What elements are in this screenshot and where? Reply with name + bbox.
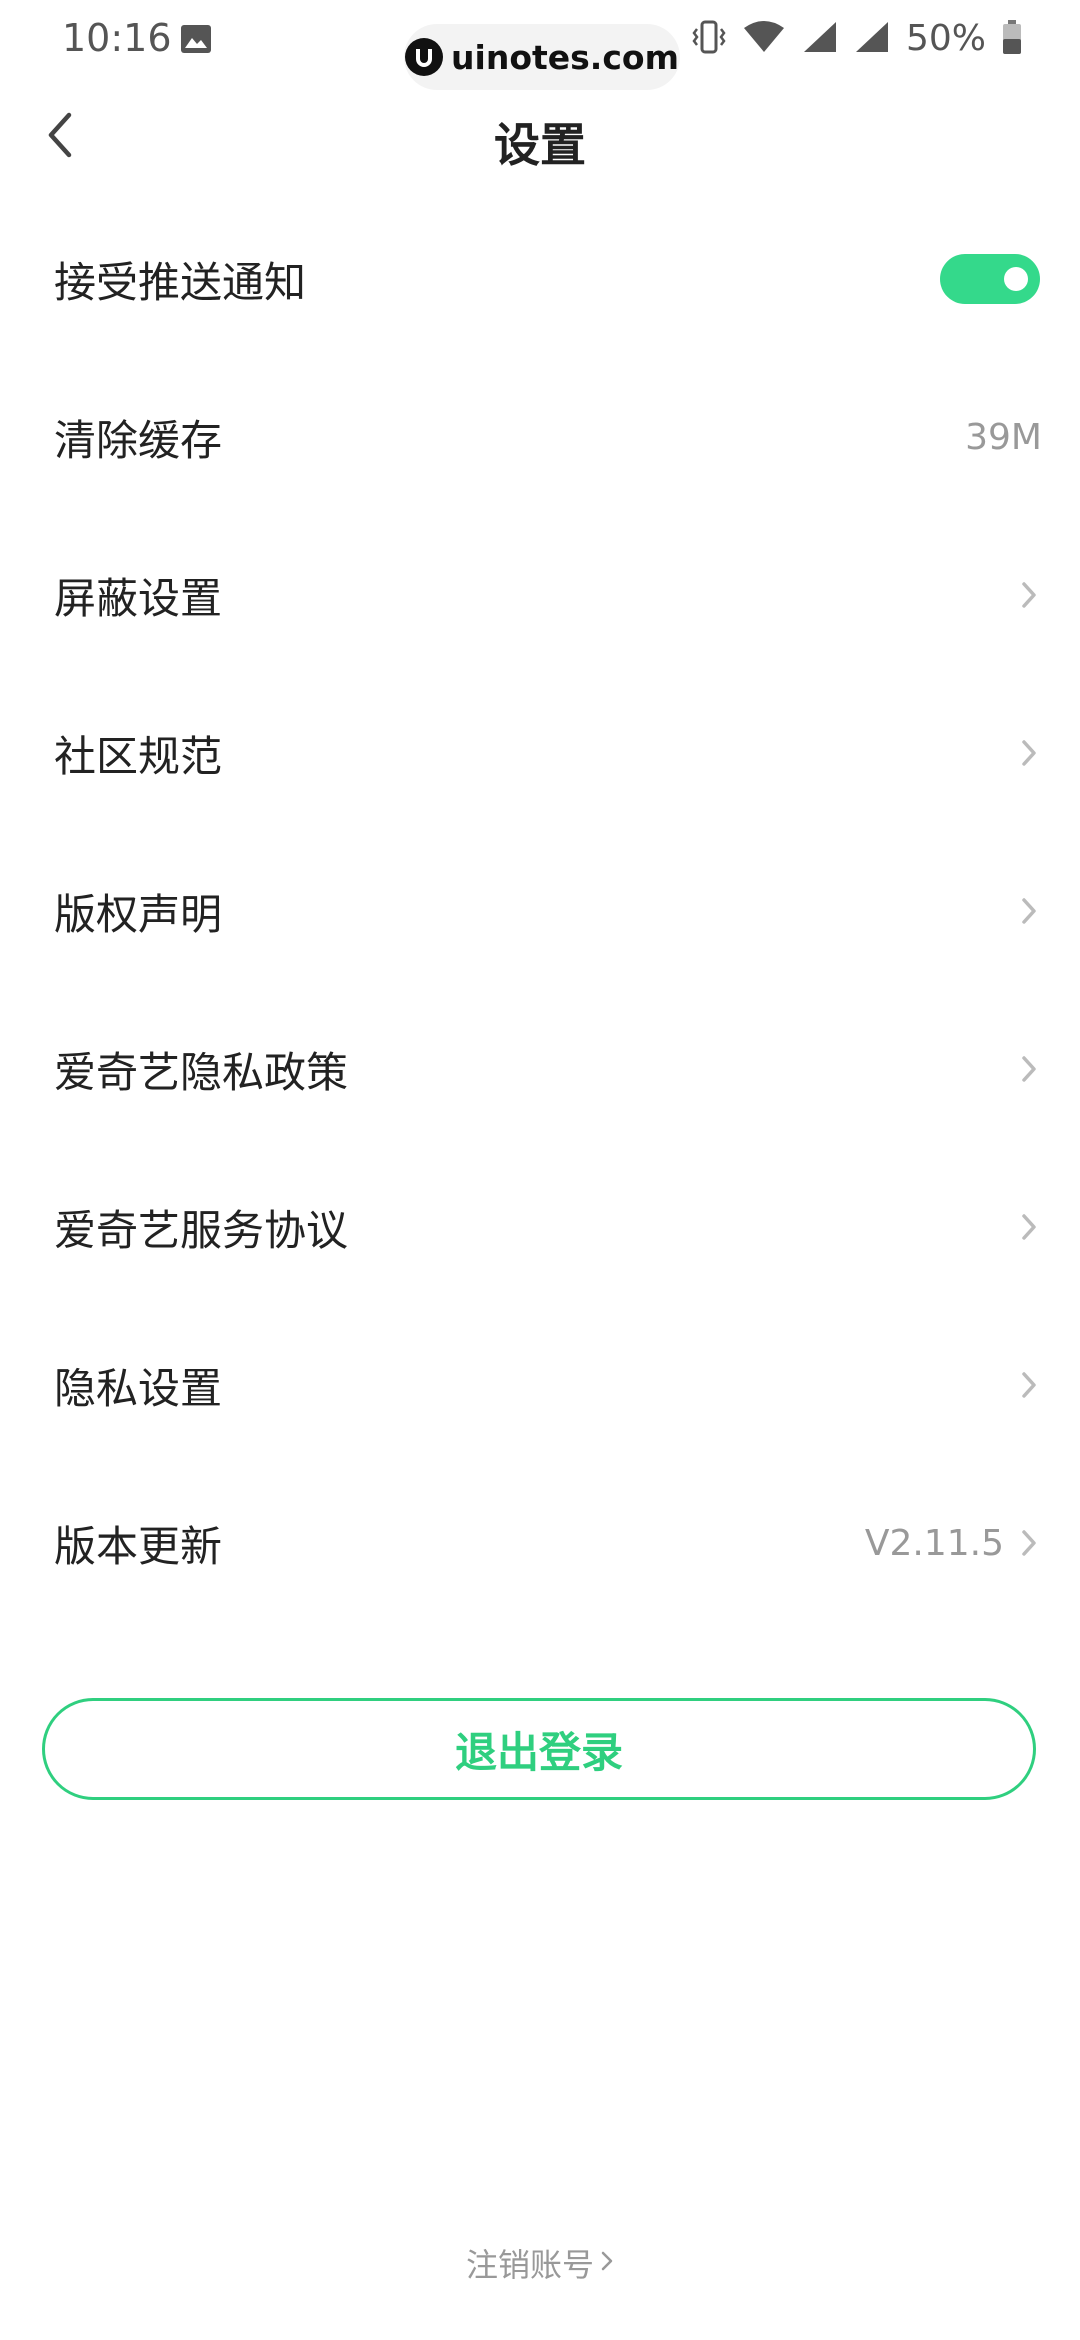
community-rules-row[interactable]: 社区规范 [0,674,1080,832]
photo-icon [180,24,212,54]
wifi-icon [742,20,786,58]
chevron-right-icon [600,2249,614,2277]
cancel-account-label: 注销账号 [465,2246,594,2284]
block-settings-label: 屏蔽设置 [54,573,223,623]
cache-size-value: 39M [965,416,1042,458]
battery-icon [1002,19,1022,59]
service-agreement-label: 爱奇艺服务协议 [54,1205,349,1255]
header: 设置 [0,95,1080,185]
vibrate-icon [692,19,726,59]
version-value: V2.11.5 [864,1522,1004,1564]
cancel-account-link[interactable]: 注销账号 [0,2240,1080,2286]
privacy-settings-label: 隐私设置 [54,1363,223,1413]
chevron-right-icon [1016,1525,1042,1561]
status-icons: 50% [692,18,1022,59]
privacy-policy-row[interactable]: 爱奇艺隐私政策 [0,990,1080,1148]
copyright-label: 版权声明 [54,889,223,939]
logout-label: 退出登录 [454,1727,623,1777]
watermark: uinotes.com [404,24,680,90]
push-notifications-toggle[interactable] [940,254,1040,304]
toggle-knob [1004,267,1028,291]
push-notifications-label: 接受推送通知 [54,257,307,307]
signal-icon [854,20,890,58]
chevron-right-icon [1016,1367,1042,1403]
version-update-label: 版本更新 [54,1521,223,1571]
chevron-right-icon [1016,1209,1042,1245]
battery-percent: 50% [905,18,986,59]
clear-cache-row[interactable]: 清除缓存 39M [0,358,1080,516]
page-title: 设置 [494,118,586,172]
service-agreement-row[interactable]: 爱奇艺服务协议 [0,1148,1080,1306]
uinotes-logo-icon [405,38,444,76]
clear-cache-label: 清除缓存 [54,415,223,465]
version-update-row[interactable]: 版本更新 V2.11.5 [0,1464,1080,1622]
settings-list: 接受推送通知 清除缓存 39M 屏蔽设置 社区规范 版权声明 爱奇艺隐私政策 爱… [0,200,1080,1622]
settings-screen: 10:16 uinotes.com 50% 设置 接受推送通知 清除缓存 39M… [0,0,1080,2340]
chevron-right-icon [1016,1051,1042,1087]
logout-button[interactable]: 退出登录 [42,1698,1036,1800]
privacy-policy-label: 爱奇艺隐私政策 [54,1047,349,1097]
chevron-right-icon [1016,893,1042,929]
chevron-right-icon [1016,735,1042,771]
chevron-right-icon [1016,577,1042,613]
status-bar: 10:16 uinotes.com 50% [0,0,1080,90]
push-notifications-row: 接受推送通知 [0,200,1080,358]
community-rules-label: 社区规范 [54,731,223,781]
block-settings-row[interactable]: 屏蔽设置 [0,516,1080,674]
privacy-settings-row[interactable]: 隐私设置 [0,1306,1080,1464]
copyright-row[interactable]: 版权声明 [0,832,1080,990]
signal-icon [802,20,838,58]
status-time: 10:16 [62,16,172,60]
watermark-text: uinotes.com [451,37,679,77]
